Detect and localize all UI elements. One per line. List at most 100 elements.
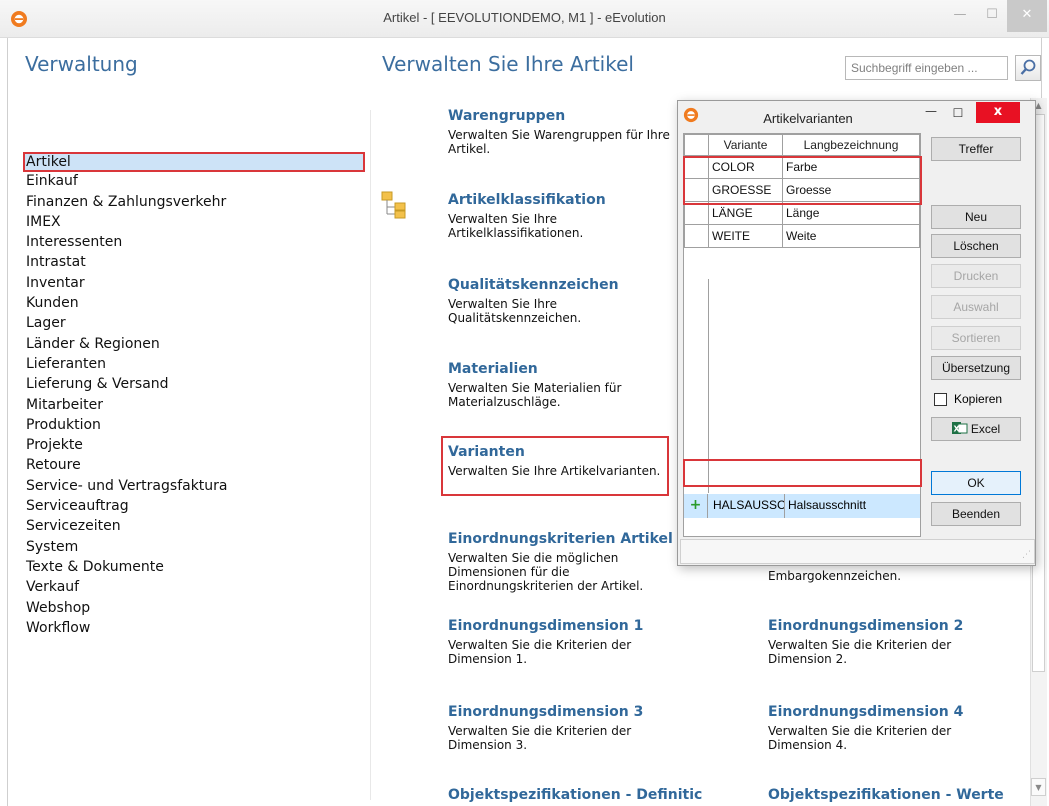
tile-title: Einordnungskriterien Artikel — [448, 531, 673, 547]
cell-langbezeichnung[interactable]: Farbe — [782, 155, 920, 179]
nav-item-system[interactable]: System — [25, 538, 365, 558]
new-row[interactable]: + HALSAUSSCHNITT Halsausschnitt — [684, 494, 920, 518]
tile-title: Varianten — [448, 444, 525, 460]
nav-item-einkauf[interactable]: Einkauf — [25, 172, 365, 192]
nav-item-webshop[interactable]: Webshop — [25, 599, 365, 619]
close-button[interactable]: ✕ — [1007, 0, 1047, 32]
sortieren-button[interactable]: Sortieren — [931, 326, 1021, 350]
nav-item-retoure[interactable]: Retoure — [25, 456, 365, 476]
nav-item-produktion[interactable]: Produktion — [25, 416, 365, 436]
tile-dimension-4[interactable]: Einordnungsdimension 4 Verwalten Sie die… — [768, 704, 998, 752]
nav-item-laender[interactable]: Länder & Regionen — [25, 335, 365, 355]
nav-item-lager[interactable]: Lager — [25, 314, 365, 334]
tile-varianten[interactable]: Varianten Verwalten Sie Ihre Artikelvari… — [441, 436, 669, 496]
tile-desc: Verwalten Sie Ihre Artikelklassifikation… — [448, 212, 584, 240]
nav-item-intrastat[interactable]: Intrastat — [25, 253, 365, 273]
beenden-button[interactable]: Beenden — [931, 502, 1021, 526]
grid-header-row: Variante Langbezeichnung — [684, 134, 920, 156]
drucken-button[interactable]: Drucken — [931, 264, 1021, 288]
tile-einordnungskriterien[interactable]: Einordnungskriterien Artikel Verwalten S… — [448, 531, 678, 593]
row-header-cell[interactable] — [684, 224, 709, 248]
nav-item-finanzen[interactable]: Finanzen & Zahlungsverkehr — [25, 193, 365, 213]
cell-langbezeichnung[interactable]: Groesse — [782, 178, 920, 202]
tile-objektspezifikationen-werte[interactable]: Objektspezifikationen - Werte — [768, 787, 1023, 806]
cell-separator — [784, 494, 785, 518]
nav-item-mitarbeiter[interactable]: Mitarbeiter — [25, 396, 365, 416]
nav-item-lieferanten[interactable]: Lieferanten — [25, 355, 365, 375]
tile-dimension-2[interactable]: Einordnungsdimension 2 Verwalten Sie die… — [768, 618, 998, 666]
ok-button[interactable]: OK — [931, 471, 1021, 495]
tile-dimension-3[interactable]: Einordnungsdimension 3 Verwalten Sie die… — [448, 704, 678, 752]
table-row[interactable]: COLOR Farbe — [684, 155, 920, 179]
dialog-close-button[interactable]: x — [976, 102, 1020, 123]
tile-desc: Verwalten Sie die Kriterien der Dimensio… — [448, 724, 632, 752]
tile-title: Artikelklassifikation — [448, 192, 606, 208]
dialog-minimize-button[interactable]: — — [921, 101, 941, 123]
column-header-langbezeichnung[interactable]: Langbezeichnung — [782, 134, 920, 156]
treffer-button[interactable]: Treffer — [931, 137, 1021, 161]
title-bar: Artikel - [ EEVOLUTIONDEMO, M1 ] - eEvol… — [0, 0, 1049, 38]
nav-item-lieferung[interactable]: Lieferung & Versand — [25, 375, 365, 395]
cell-langbezeichnung[interactable]: Länge — [782, 201, 920, 225]
loeschen-button[interactable]: Löschen — [931, 234, 1021, 258]
kopieren-checkbox[interactable] — [934, 393, 947, 406]
tile-title: Materialien — [448, 361, 538, 377]
cell-variante[interactable]: COLOR — [708, 155, 783, 179]
nav-item-kunden[interactable]: Kunden — [25, 294, 365, 314]
nav-item-serviceauftrag[interactable]: Serviceauftrag — [25, 497, 365, 517]
add-row-icon: + — [684, 494, 708, 518]
row-header-cell[interactable] — [684, 178, 709, 202]
table-row[interactable]: WEITE Weite — [684, 224, 920, 248]
left-panel-heading: Verwaltung — [25, 52, 138, 76]
nav-item-imex[interactable]: IMEX — [25, 213, 365, 233]
excel-button[interactable]: X Excel — [931, 417, 1021, 441]
search-button[interactable] — [1015, 55, 1041, 81]
resize-grip-icon[interactable]: ⋰ — [1022, 550, 1031, 560]
uebersetzung-button[interactable]: Übersetzung — [931, 356, 1021, 380]
varianten-grid[interactable]: Variante Langbezeichnung COLOR Farbe GRO… — [683, 133, 921, 537]
cell-variante[interactable]: WEITE — [708, 224, 783, 248]
search-input[interactable] — [845, 56, 1008, 80]
tile-title: Einordnungsdimension 1 — [448, 618, 644, 634]
nav-item-projekte[interactable]: Projekte — [25, 436, 365, 456]
row-header-cell[interactable] — [684, 201, 709, 225]
nav-item-workflow[interactable]: Workflow — [25, 619, 365, 639]
cell-variante[interactable]: LÄNGE — [708, 201, 783, 225]
dialog-maximize-button[interactable]: ☐ — [948, 103, 968, 123]
tile-desc: Verwalten Sie Ihre Artikelvarianten. — [448, 464, 661, 478]
table-row[interactable]: GROESSE Groesse — [684, 178, 920, 202]
auswahl-button[interactable]: Auswahl — [931, 295, 1021, 319]
excel-icon: X — [951, 422, 968, 434]
tile-embargo[interactable]: Embargokennzeichen. — [768, 569, 998, 583]
nav-item-servicezeiten[interactable]: Servicezeiten — [25, 517, 365, 537]
minimize-button[interactable]: — — [943, 0, 977, 32]
nav-item-interessenten[interactable]: Interessenten — [25, 233, 365, 253]
row-header-cell[interactable] — [684, 155, 709, 179]
dialog-status-bar: ⋰ — [680, 539, 1035, 564]
column-header-variante[interactable]: Variante — [708, 134, 783, 156]
nav-item-verkauf[interactable]: Verkauf — [25, 578, 365, 598]
tile-desc: Verwalten Sie Materialien für Materialzu… — [448, 381, 622, 409]
nav-item-service-faktura[interactable]: Service- und Vertragsfaktura — [25, 477, 365, 497]
dialog-title: Artikelvarianten — [763, 111, 853, 126]
cell-langbezeichnung[interactable]: Weite — [782, 224, 920, 248]
neu-button[interactable]: Neu — [931, 205, 1021, 229]
tile-materialien[interactable]: Materialien Verwalten Sie Materialien fü… — [448, 361, 678, 409]
maximize-button[interactable]: ☐ — [975, 0, 1009, 32]
tile-qualitaetskennzeichen[interactable]: Qualitätskennzeichen Verwalten Sie Ihre … — [448, 277, 678, 325]
tile-desc: Embargokennzeichen. — [768, 569, 902, 583]
table-row[interactable]: LÄNGE Länge — [684, 201, 920, 225]
panel-divider — [370, 110, 371, 800]
tile-warengruppen[interactable]: Warengruppen Verwalten Sie Warengruppen … — [448, 108, 678, 156]
nav-item-inventar[interactable]: Inventar — [25, 274, 365, 294]
tile-objektspezifikationen-definition[interactable]: Objektspezifikationen - Definitic — [448, 787, 718, 806]
nav-item-texte[interactable]: Texte & Dokumente — [25, 558, 365, 578]
tile-artikelklassifikation[interactable]: Artikelklassifikation Verwalten Sie Ihre… — [448, 192, 678, 240]
nav-item-artikel[interactable]: Artikel — [23, 152, 365, 173]
row-header-cell — [684, 134, 709, 156]
tile-dimension-1[interactable]: Einordnungsdimension 1 Verwalten Sie die… — [448, 618, 678, 666]
scroll-down-arrow-icon[interactable]: ▼ — [1031, 778, 1046, 796]
cell-variante[interactable]: HALSAUSSCHNITT — [713, 498, 785, 512]
cell-langbezeichnung[interactable]: Halsausschnitt — [788, 498, 866, 512]
cell-variante[interactable]: GROESSE — [708, 178, 783, 202]
